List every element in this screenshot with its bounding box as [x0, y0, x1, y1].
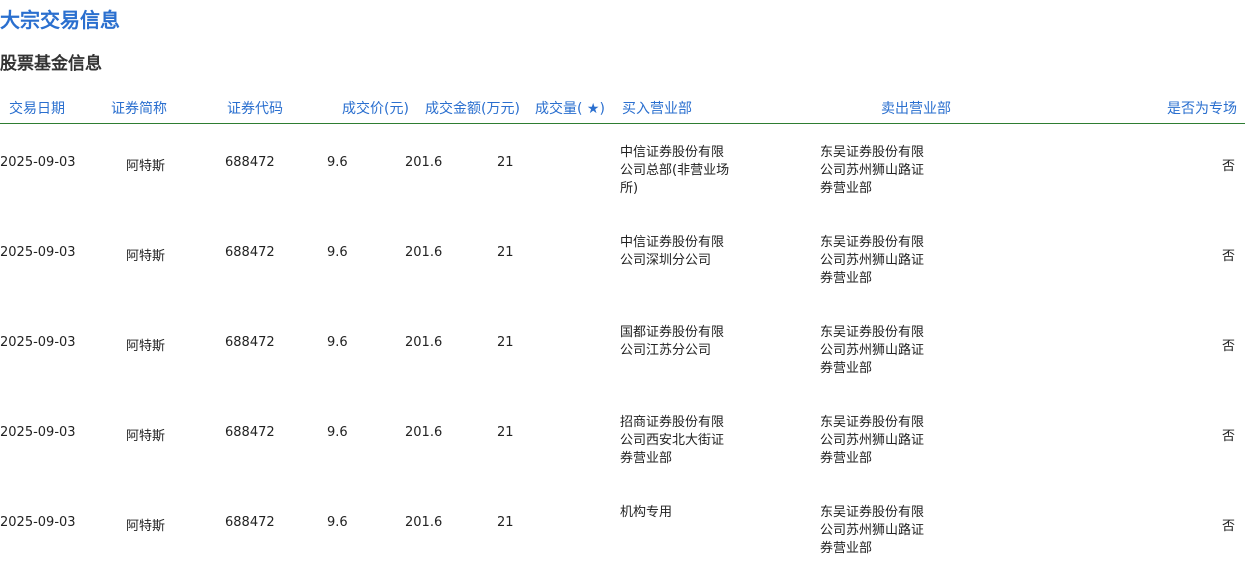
cell-security-name[interactable]: 阿特斯 — [126, 425, 165, 444]
cell-security-name[interactable]: 阿特斯 — [126, 245, 165, 264]
cell-amount: 201.6 — [405, 155, 443, 170]
cell-price: 9.6 — [327, 515, 348, 530]
table-row: 2025-09-03 阿特斯 688472 9.6 201.6 21 招商证券股… — [0, 414, 1245, 504]
cell-security-code: 688472 — [225, 335, 275, 350]
cell-special: 否 — [1221, 429, 1235, 444]
column-header-trade-date[interactable]: 交易日期 — [9, 98, 65, 118]
column-header-security-code[interactable]: 证券代码 — [227, 98, 283, 118]
cell-amount: 201.6 — [405, 335, 443, 350]
cell-trade-date: 2025-09-03 — [0, 155, 76, 170]
column-header-seller[interactable]: 卖出营业部 — [881, 98, 951, 118]
cell-price: 9.6 — [327, 335, 348, 350]
section-title: 股票基金信息 — [0, 54, 102, 74]
column-header-volume[interactable]: 成交量( ★) — [535, 98, 605, 118]
column-header-buyer[interactable]: 买入营业部 — [622, 98, 692, 118]
table-row: 2025-09-03 阿特斯 688472 9.6 201.6 21 机构专用 … — [0, 504, 1245, 574]
cell-buyer: 中信证券股份有限公司深圳分公司 — [620, 235, 725, 268]
cell-security-name[interactable]: 阿特斯 — [126, 335, 165, 354]
cell-amount: 201.6 — [405, 245, 443, 260]
cell-special: 否 — [1221, 159, 1235, 174]
cell-volume: 21 — [497, 425, 514, 440]
cell-trade-date: 2025-09-03 — [0, 335, 76, 350]
cell-amount: 201.6 — [405, 425, 443, 440]
cell-security-code: 688472 — [225, 515, 275, 530]
cell-security-code: 688472 — [225, 245, 275, 260]
cell-buyer: 国都证券股份有限公司江苏分公司 — [620, 325, 725, 358]
table-row: 2025-09-03 阿特斯 688472 9.6 201.6 21 国都证券股… — [0, 324, 1245, 414]
cell-seller: 东吴证券股份有限公司苏州狮山路证券营业部 — [820, 325, 925, 376]
cell-price: 9.6 — [327, 155, 348, 170]
cell-volume: 21 — [497, 335, 514, 350]
cell-volume: 21 — [497, 155, 514, 170]
cell-seller: 东吴证券股份有限公司苏州狮山路证券营业部 — [820, 145, 925, 196]
block-trade-page: 大宗交易信息 股票基金信息 交易日期 证券简称 证券代码 成交价(元) 成交金额… — [0, 0, 1245, 574]
column-header-special[interactable]: 是否为专场 — [1167, 98, 1237, 118]
cell-trade-date: 2025-09-03 — [0, 515, 76, 530]
cell-security-code: 688472 — [225, 425, 275, 440]
cell-security-name[interactable]: 阿特斯 — [126, 155, 165, 174]
cell-seller: 东吴证券股份有限公司苏州狮山路证券营业部 — [820, 235, 925, 286]
cell-buyer: 机构专用 — [620, 505, 673, 520]
table-row: 2025-09-03 阿特斯 688472 9.6 201.6 21 中信证券股… — [0, 234, 1245, 324]
cell-security-code: 688472 — [225, 155, 275, 170]
cell-special: 否 — [1221, 339, 1235, 354]
cell-amount: 201.6 — [405, 515, 443, 530]
cell-trade-date: 2025-09-03 — [0, 245, 76, 260]
cell-price: 9.6 — [327, 425, 348, 440]
cell-trade-date: 2025-09-03 — [0, 425, 76, 440]
column-header-security-name[interactable]: 证券简称 — [111, 98, 167, 118]
cell-volume: 21 — [497, 515, 514, 530]
column-header-amount[interactable]: 成交金额(万元) — [425, 98, 520, 118]
cell-security-name[interactable]: 阿特斯 — [126, 515, 165, 534]
cell-special: 否 — [1221, 249, 1235, 264]
cell-price: 9.6 — [327, 245, 348, 260]
cell-seller: 东吴证券股份有限公司苏州狮山路证券营业部 — [820, 415, 925, 466]
table-row: 2025-09-03 阿特斯 688472 9.6 201.6 21 中信证券股… — [0, 144, 1245, 234]
cell-volume: 21 — [497, 245, 514, 260]
cell-seller: 东吴证券股份有限公司苏州狮山路证券营业部 — [820, 505, 925, 556]
cell-buyer: 中信证券股份有限公司总部(非营业场所) — [620, 145, 730, 196]
cell-special: 否 — [1221, 519, 1235, 534]
table-header: 交易日期 证券简称 证券代码 成交价(元) 成交金额(万元) 成交量( ★) 买… — [0, 96, 1245, 124]
page-title: 大宗交易信息 — [0, 8, 120, 32]
cell-buyer: 招商证券股份有限公司西安北大街证券营业部 — [620, 415, 725, 466]
column-header-price[interactable]: 成交价(元) — [342, 98, 409, 118]
